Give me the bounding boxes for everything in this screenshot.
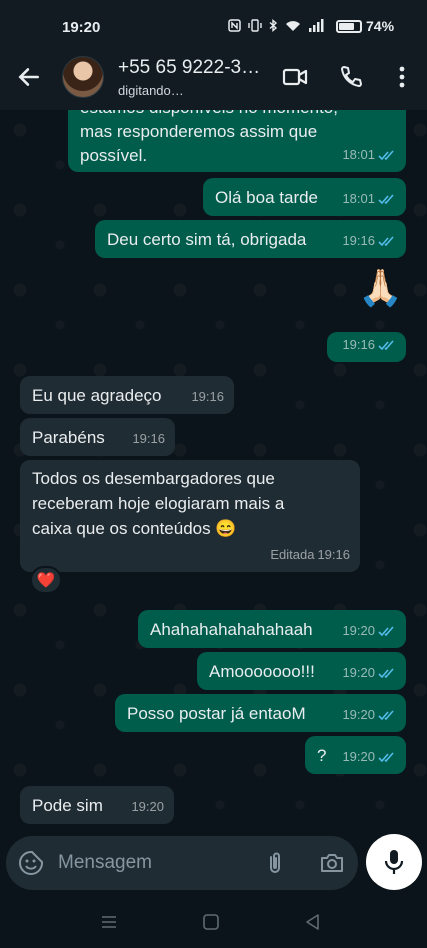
emoji-sticker-icon[interactable]: [18, 850, 44, 876]
message-meta: 19:16: [191, 385, 224, 409]
status-bar: 19:20 74%: [0, 0, 427, 54]
message-text: Ahahahahahahahaah: [150, 620, 313, 639]
battery-level: [339, 22, 354, 30]
read-ticks-icon: [378, 709, 394, 720]
read-ticks-icon: [378, 149, 394, 160]
signal-icon: [309, 19, 324, 32]
vibrate-icon: [248, 19, 262, 32]
message-time: 19:16: [132, 431, 165, 446]
recent-apps-icon[interactable]: [99, 912, 119, 932]
message-meta: Editada 19:16: [270, 543, 350, 567]
message-meta: 18:01: [342, 187, 396, 211]
edited-label: Editada: [270, 547, 315, 562]
message-bubble-incoming[interactable]: Eu que agradeço 19:16: [20, 376, 234, 414]
message-bubble-incoming[interactable]: Parabéns 19:16: [20, 418, 175, 456]
system-nav-bar: [0, 896, 427, 948]
message-text: Posso postar já entaoM: [127, 704, 306, 723]
message-input[interactable]: Mensagem: [58, 852, 152, 874]
message-time: 19:16: [342, 233, 375, 248]
message-text: ?: [317, 746, 327, 765]
bluetooth-icon: [269, 19, 278, 32]
battery-icon: [336, 19, 362, 33]
nfc-icon: [228, 19, 241, 32]
contact-name[interactable]: +55 65 9222-3…: [118, 57, 260, 79]
message-meta: 19:16: [132, 427, 165, 451]
message-meta: 19:20: [342, 745, 396, 769]
emoji-message[interactable]: 🙏🏻: [358, 268, 403, 308]
video-call-icon[interactable]: [282, 64, 308, 90]
read-ticks-icon: [378, 235, 394, 246]
message-bubble-outgoing[interactable]: Ahahahahahahahaah 19:20: [138, 610, 406, 648]
message-time: 19:20: [131, 799, 164, 814]
microphone-icon: [384, 850, 404, 874]
message-bubble-outgoing[interactable]: Amooooooo!!! 19:20: [197, 652, 406, 690]
message-text: Deu certo sim tá, obrigada: [107, 230, 307, 249]
message-meta: 19:20: [342, 661, 396, 685]
message-meta: 18:01: [342, 143, 396, 167]
heart-reaction[interactable]: ❤️: [30, 566, 62, 594]
read-ticks-icon: [378, 751, 394, 762]
message-bubble-outgoing[interactable]: Deu certo sim tá, obrigada 19:16: [95, 220, 406, 258]
message-time: 19:20: [342, 707, 375, 722]
message-time: 18:01: [342, 147, 375, 162]
message-text: Eu que agradeço: [32, 386, 162, 405]
read-ticks-icon: [378, 625, 394, 636]
message-meta: 19:20: [342, 703, 396, 727]
reaction-emoji: ❤️: [36, 572, 56, 589]
camera-icon[interactable]: [319, 850, 345, 876]
message-time: 19:16: [191, 389, 224, 404]
message-time: 19:20: [342, 623, 375, 638]
home-icon[interactable]: [201, 912, 221, 932]
typing-status: digitando…: [118, 83, 184, 98]
message-text: Todos os desembargadores que receberam h…: [32, 469, 285, 538]
read-ticks-icon: [378, 339, 394, 350]
message-text: Parabéns: [32, 428, 105, 447]
message-bubble-outgoing[interactable]: Posso postar já entaoM 19:20: [115, 694, 406, 732]
message-meta: 19:20: [131, 795, 164, 819]
message-meta: 19:20: [342, 619, 396, 643]
message-time: 19:16: [317, 547, 350, 562]
message-text: estamos disponíveis no momento, mas resp…: [80, 110, 338, 165]
message-bubble-incoming[interactable]: Todos os desembargadores que receberam h…: [20, 460, 360, 572]
microphone-button[interactable]: [366, 834, 422, 890]
read-ticks-icon: [378, 193, 394, 204]
back-arrow-icon[interactable]: [16, 64, 42, 90]
message-bubble-outgoing[interactable]: 19:16: [327, 332, 406, 362]
message-time: 19:20: [342, 665, 375, 680]
message-time: 19:16: [342, 337, 375, 352]
message-bubble-outgoing[interactable]: estamos disponíveis no momento, mas resp…: [68, 110, 406, 172]
battery-indicator: 74%: [336, 18, 394, 34]
chat-area[interactable]: estamos disponíveis no momento, mas resp…: [0, 110, 427, 836]
message-time: 18:01: [342, 191, 375, 206]
message-bubble-outgoing[interactable]: Olá boa tarde 18:01: [203, 178, 406, 216]
phone-call-icon[interactable]: [338, 64, 364, 90]
battery-percent: 74%: [366, 18, 395, 34]
chat-header: +55 65 9222-3… digitando…: [0, 54, 427, 110]
message-time: 19:20: [342, 749, 375, 764]
message-text: Olá boa tarde: [215, 188, 319, 207]
message-bubble-outgoing[interactable]: ? 19:20: [305, 736, 406, 774]
message-text: Amooooooo!!!: [209, 662, 315, 681]
back-nav-icon[interactable]: [303, 912, 323, 932]
status-time: 19:20: [62, 19, 101, 36]
message-meta: 19:16: [342, 333, 396, 357]
message-meta: 19:16: [342, 229, 396, 253]
more-options-icon[interactable]: [389, 64, 415, 90]
wifi-icon: [286, 21, 300, 31]
message-composer[interactable]: Mensagem: [6, 836, 358, 890]
message-bubble-incoming[interactable]: Pode sim 19:20: [20, 786, 174, 824]
contact-avatar[interactable]: [62, 56, 104, 98]
attach-clip-icon[interactable]: [262, 850, 288, 876]
read-ticks-icon: [378, 667, 394, 678]
status-icons: [228, 19, 324, 32]
message-text: Pode sim: [32, 796, 103, 815]
